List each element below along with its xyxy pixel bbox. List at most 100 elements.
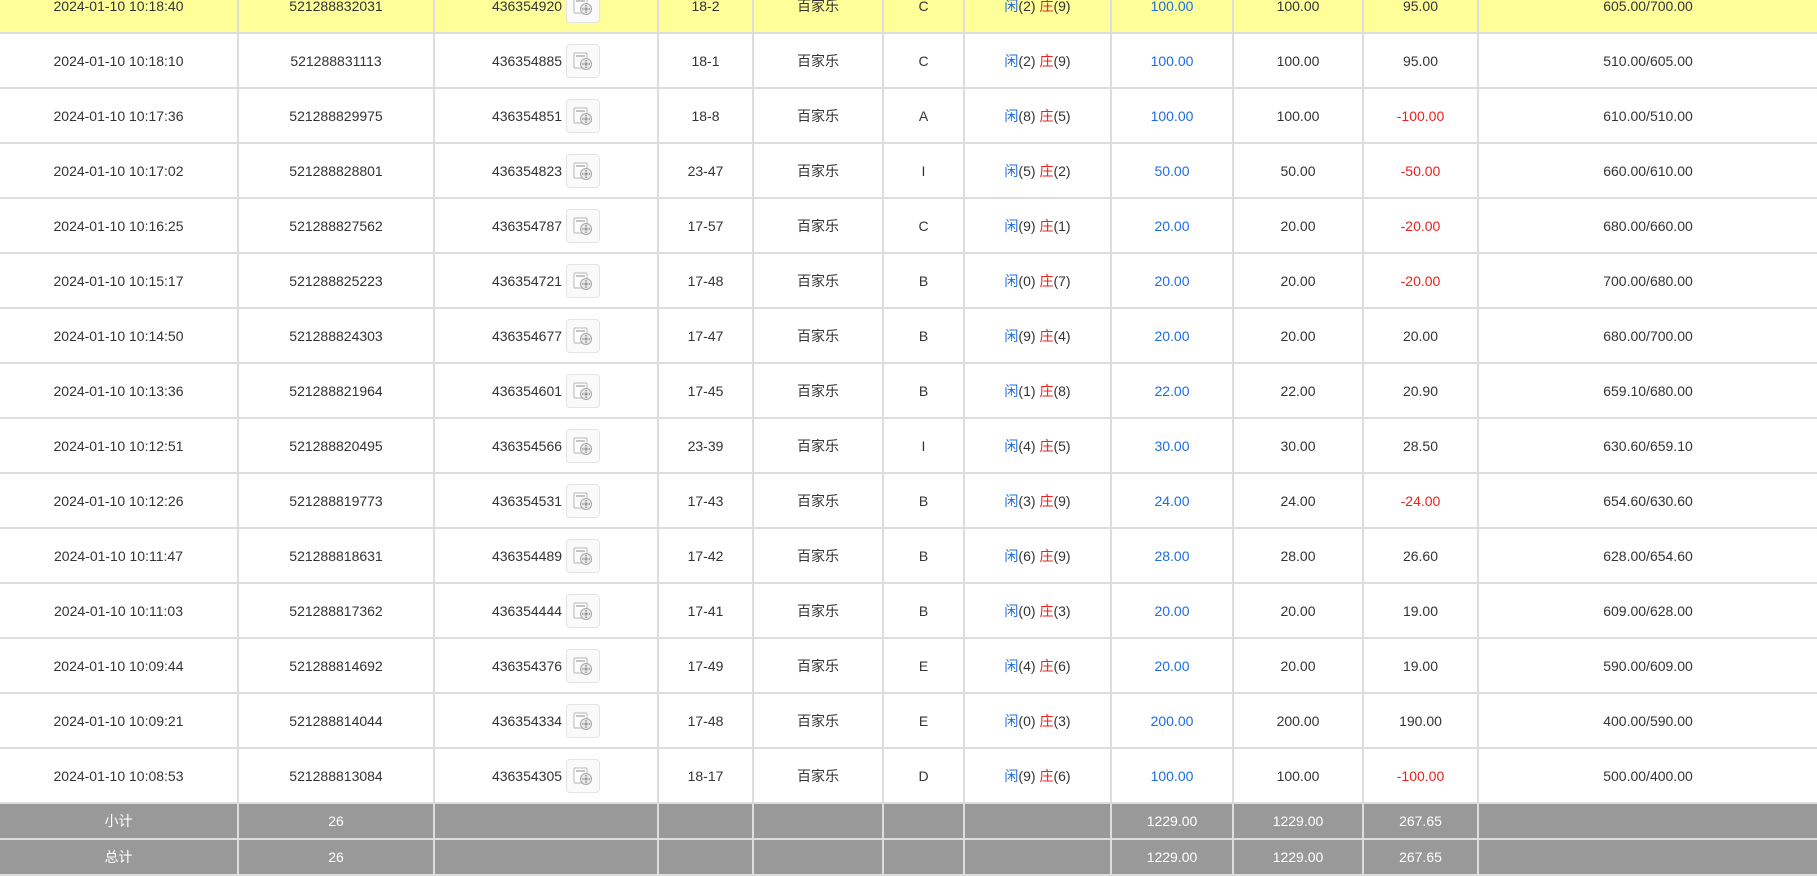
- banker-label: 庄: [1039, 0, 1054, 14]
- total-row: 总计 26 1229.00 1229.00 267.65: [0, 838, 1817, 876]
- win-loss: -24.00: [1362, 472, 1479, 529]
- valid-bet: 100.00: [1232, 747, 1364, 804]
- table-row: 2024-01-10 10:12:51 521288820495 436354566…: [0, 417, 1817, 474]
- round-number-cell: 436354531: [433, 472, 659, 529]
- video-replay-icon[interactable]: [566, 593, 601, 628]
- bet-time: 2024-01-10 10:12:26: [0, 472, 239, 529]
- total-label: 总计: [0, 838, 239, 876]
- balance-change: 500.00/400.00: [1477, 747, 1817, 804]
- win-loss: 19.00: [1362, 582, 1479, 639]
- round-number-cell: 436354885: [433, 32, 659, 89]
- player-points: (4): [1018, 657, 1036, 674]
- round-number: 436354885: [491, 52, 563, 69]
- bet-records-table: 2024-01-10 10:18:40 521288832031 436354920…: [0, 0, 1817, 876]
- video-replay-icon[interactable]: [566, 373, 601, 408]
- balance-change: 628.00/654.60: [1477, 527, 1817, 584]
- banker-points: (9): [1053, 492, 1071, 509]
- table-row: 2024-01-10 10:08:53 521288813084 436354305…: [0, 747, 1817, 804]
- seat: B: [882, 252, 965, 309]
- game-type: 百家乐: [752, 32, 884, 89]
- banker-points: (6): [1053, 767, 1071, 784]
- round-number: 436354566: [491, 437, 563, 454]
- round-number: 436354444: [491, 602, 563, 619]
- win-loss: -20.00: [1362, 252, 1479, 309]
- balance-change: 630.60/659.10: [1477, 417, 1817, 474]
- balance-change: 660.00/610.00: [1477, 142, 1817, 199]
- game-type: 百家乐: [752, 472, 884, 529]
- bet-time: 2024-01-10 10:17:36: [0, 87, 239, 144]
- bet-time: 2024-01-10 10:12:51: [0, 417, 239, 474]
- round-number-cell: 436354677: [433, 307, 659, 364]
- result-cell: 闲(6) 庄(9): [963, 527, 1112, 584]
- order-number: 521288814692: [237, 637, 435, 694]
- bet-amount: 100.00: [1110, 32, 1234, 89]
- total-count: 26: [237, 838, 435, 876]
- video-replay-icon[interactable]: [566, 318, 601, 353]
- win-loss: 190.00: [1362, 692, 1479, 749]
- bet-time: 2024-01-10 10:11:47: [0, 527, 239, 584]
- banker-points: (8): [1053, 382, 1071, 399]
- player-label: 闲: [1004, 657, 1019, 674]
- video-replay-icon[interactable]: [566, 263, 601, 298]
- win-loss: -50.00: [1362, 142, 1479, 199]
- banker-label: 庄: [1039, 107, 1054, 124]
- video-replay-icon[interactable]: [566, 0, 601, 23]
- table-row: 2024-01-10 10:15:17 521288825223 436354721…: [0, 252, 1817, 309]
- video-replay-icon[interactable]: [566, 98, 601, 133]
- video-replay-icon[interactable]: [566, 43, 601, 78]
- result-cell: 闲(1) 庄(8): [963, 362, 1112, 419]
- result-cell: 闲(8) 庄(5): [963, 87, 1112, 144]
- subtotal-label: 小计: [0, 802, 239, 840]
- order-number: 521288817362: [237, 582, 435, 639]
- bet-time: 2024-01-10 10:17:02: [0, 142, 239, 199]
- result-cell: 闲(4) 庄(5): [963, 417, 1112, 474]
- bet-time: 2024-01-10 10:15:17: [0, 252, 239, 309]
- order-number: 521288824303: [237, 307, 435, 364]
- video-replay-icon[interactable]: [566, 758, 601, 793]
- banker-points: (6): [1053, 657, 1071, 674]
- player-label: 闲: [1004, 547, 1019, 564]
- video-replay-icon[interactable]: [566, 483, 601, 518]
- banker-label: 庄: [1039, 52, 1054, 69]
- table-row: 2024-01-10 10:11:03 521288817362 436354444…: [0, 582, 1817, 639]
- win-loss: 26.60: [1362, 527, 1479, 584]
- video-replay-icon[interactable]: [566, 703, 601, 738]
- table-row: 2024-01-10 10:09:21 521288814044 436354334…: [0, 692, 1817, 749]
- banker-label: 庄: [1039, 162, 1054, 179]
- video-replay-icon[interactable]: [566, 428, 601, 463]
- order-number: 521288821964: [237, 362, 435, 419]
- video-replay-icon[interactable]: [566, 648, 601, 683]
- result-cell: 闲(3) 庄(9): [963, 472, 1112, 529]
- video-replay-icon[interactable]: [566, 153, 601, 188]
- player-label: 闲: [1004, 602, 1019, 619]
- balance-change: 609.00/628.00: [1477, 582, 1817, 639]
- game-type: 百家乐: [752, 692, 884, 749]
- bet-amount: 50.00: [1110, 142, 1234, 199]
- valid-bet: 20.00: [1232, 197, 1364, 254]
- video-replay-icon[interactable]: [566, 538, 601, 573]
- round-number: 436354920: [491, 0, 563, 14]
- game-type: 百家乐: [752, 197, 884, 254]
- seat: B: [882, 362, 965, 419]
- seat: B: [882, 582, 965, 639]
- result-cell: 闲(9) 庄(4): [963, 307, 1112, 364]
- video-replay-icon[interactable]: [566, 208, 601, 243]
- banker-points: (7): [1053, 272, 1071, 289]
- balance-change: 680.00/660.00: [1477, 197, 1817, 254]
- order-number: 521288827562: [237, 197, 435, 254]
- result-cell: 闲(0) 庄(7): [963, 252, 1112, 309]
- bet-time: 2024-01-10 10:18:40: [0, 0, 239, 34]
- banker-label: 庄: [1039, 602, 1054, 619]
- bet-amount: 100.00: [1110, 0, 1234, 34]
- round-number: 436354677: [491, 327, 563, 344]
- seat: A: [882, 87, 965, 144]
- order-number: 521288828801: [237, 142, 435, 199]
- win-loss: -100.00: [1362, 747, 1479, 804]
- table-number: 17-47: [657, 307, 754, 364]
- balance-change: 659.10/680.00: [1477, 362, 1817, 419]
- seat: B: [882, 472, 965, 529]
- player-points: (4): [1018, 437, 1036, 454]
- player-label: 闲: [1004, 712, 1019, 729]
- bet-amount: 100.00: [1110, 87, 1234, 144]
- player-points: (8): [1018, 107, 1036, 124]
